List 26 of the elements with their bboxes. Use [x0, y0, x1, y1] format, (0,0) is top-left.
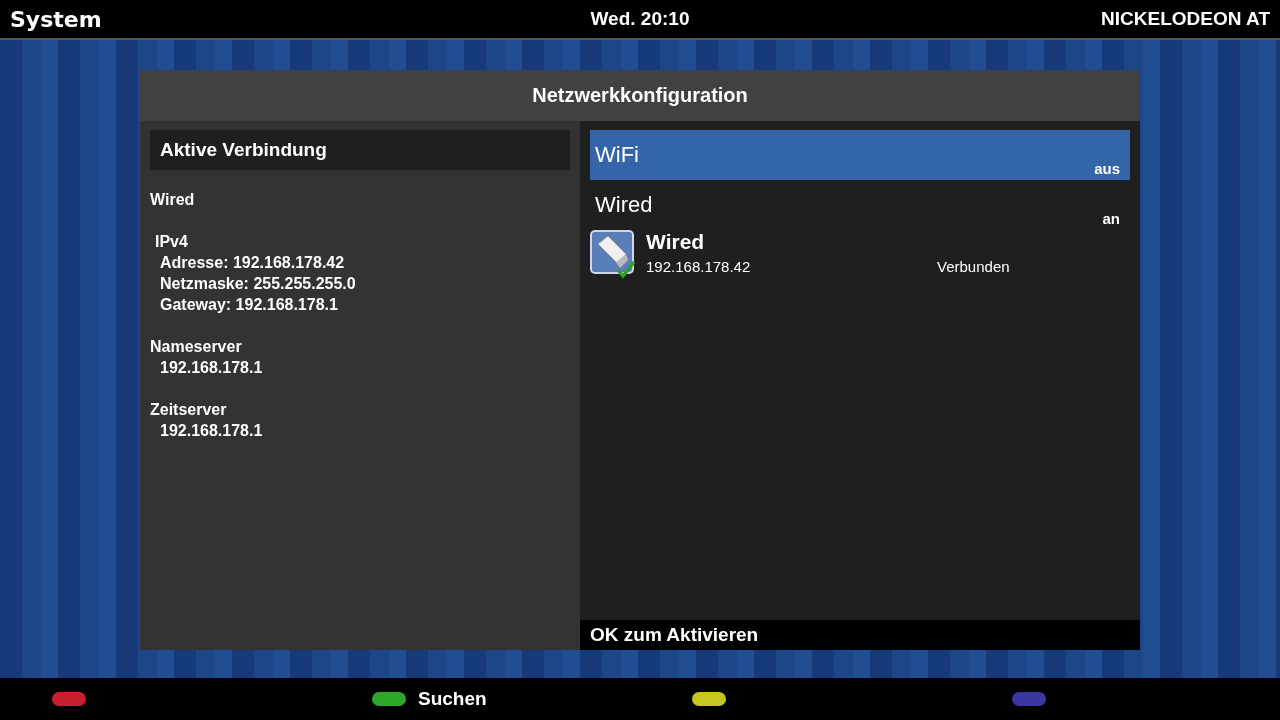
info-line: Adresse: 192.168.178.42 — [159, 253, 346, 273]
screen-title: System — [10, 6, 102, 32]
key-label: Suchen — [418, 688, 487, 710]
technology-item[interactable]: WiFi aus — [590, 130, 1130, 180]
section-title: Zeitserver — [150, 400, 228, 420]
color-key[interactable] — [1012, 692, 1046, 706]
color-key[interactable] — [52, 692, 86, 706]
service-name[interactable]: Wired — [646, 230, 1130, 254]
hint-bar: OK zum Aktivieren — [580, 620, 1140, 650]
color-key[interactable] — [692, 692, 726, 706]
info-line: 192.168.178.1 — [159, 358, 264, 378]
service-status: Verbunden — [937, 258, 1010, 275]
clock: Wed. 20:10 — [590, 8, 690, 29]
channel-name: NICKELODEON AT — [1101, 8, 1270, 30]
dialog-title: Netzwerkkonfiguration — [140, 70, 1140, 121]
section-title: Nameserver — [150, 337, 243, 357]
info-line: 192.168.178.1 — [159, 421, 264, 441]
color-key[interactable] — [372, 692, 406, 706]
panel-heading: Aktive Verbindung — [150, 130, 570, 170]
section-title: IPv4 — [154, 232, 189, 252]
info-line: Gateway: 192.168.178.1 — [159, 295, 339, 315]
technology-item[interactable]: Wired an — [590, 180, 1130, 230]
section-title: Wired — [150, 190, 196, 210]
ethernet-plug-icon — [590, 230, 636, 280]
service-address: 192.168.178.42 — [646, 258, 752, 275]
info-line: Netzmaske: 255.255.255.0 — [159, 274, 357, 294]
